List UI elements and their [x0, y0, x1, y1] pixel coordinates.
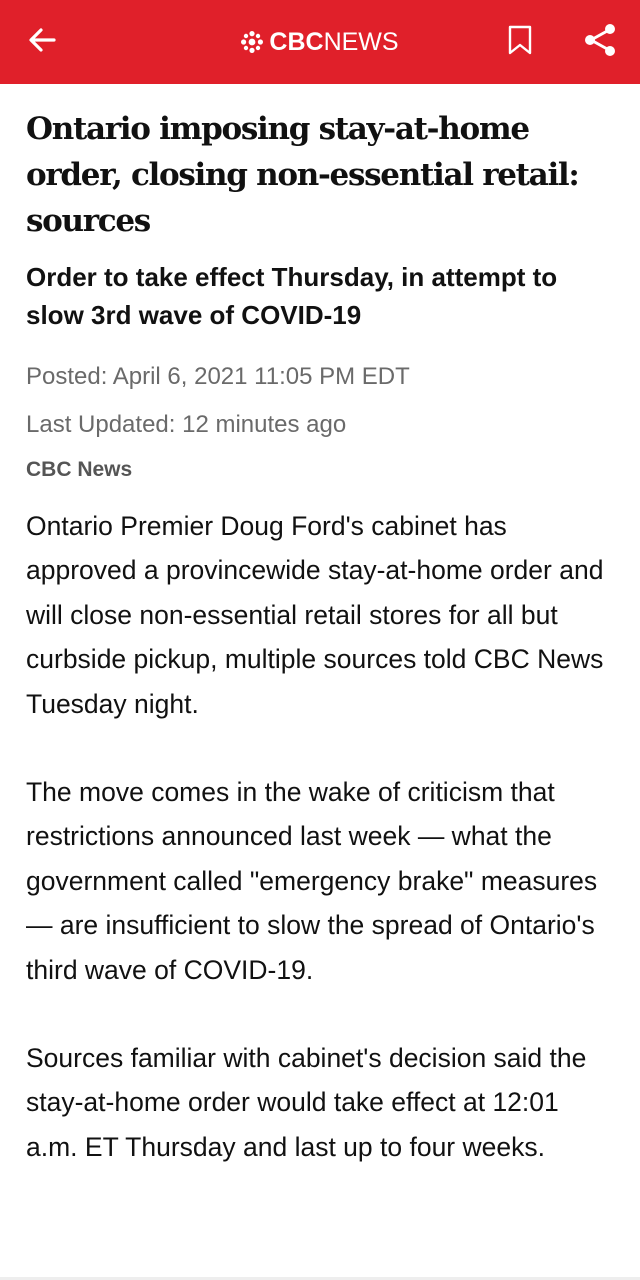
back-button[interactable]	[0, 0, 84, 84]
share-button[interactable]	[560, 0, 640, 84]
bookmark-button[interactable]	[480, 0, 560, 84]
bookmark-icon	[507, 25, 533, 60]
posted-timestamp: Posted: April 6, 2021 11:05 PM EDT	[26, 363, 410, 390]
share-icon	[582, 22, 618, 63]
article-headline: Ontario imposing stay-at-home order, clo…	[26, 111, 580, 239]
app-bar-actions	[480, 0, 640, 84]
article-byline: CBC News	[26, 458, 133, 481]
article-paragraph: The move comes in the wake of criticism …	[26, 777, 598, 985]
app-bar: CBC NEWS	[0, 0, 640, 84]
arrow-left-icon	[27, 25, 57, 60]
article: Ontario imposing stay-at-home order, clo…	[0, 84, 640, 1213]
cbc-gem-icon	[241, 31, 264, 53]
brand-news: NEWS	[323, 27, 399, 56]
article-paragraph: Ontario Premier Doug Ford's cabinet has …	[26, 511, 604, 719]
brand-cbc: CBC	[269, 27, 324, 56]
updated-timestamp: Last Updated: 12 minutes ago	[26, 411, 347, 438]
article-paragraph: Sources familiar with cabinet's decision…	[26, 1043, 587, 1162]
article-deck: Order to take effect Thursday, in attemp…	[26, 262, 558, 330]
